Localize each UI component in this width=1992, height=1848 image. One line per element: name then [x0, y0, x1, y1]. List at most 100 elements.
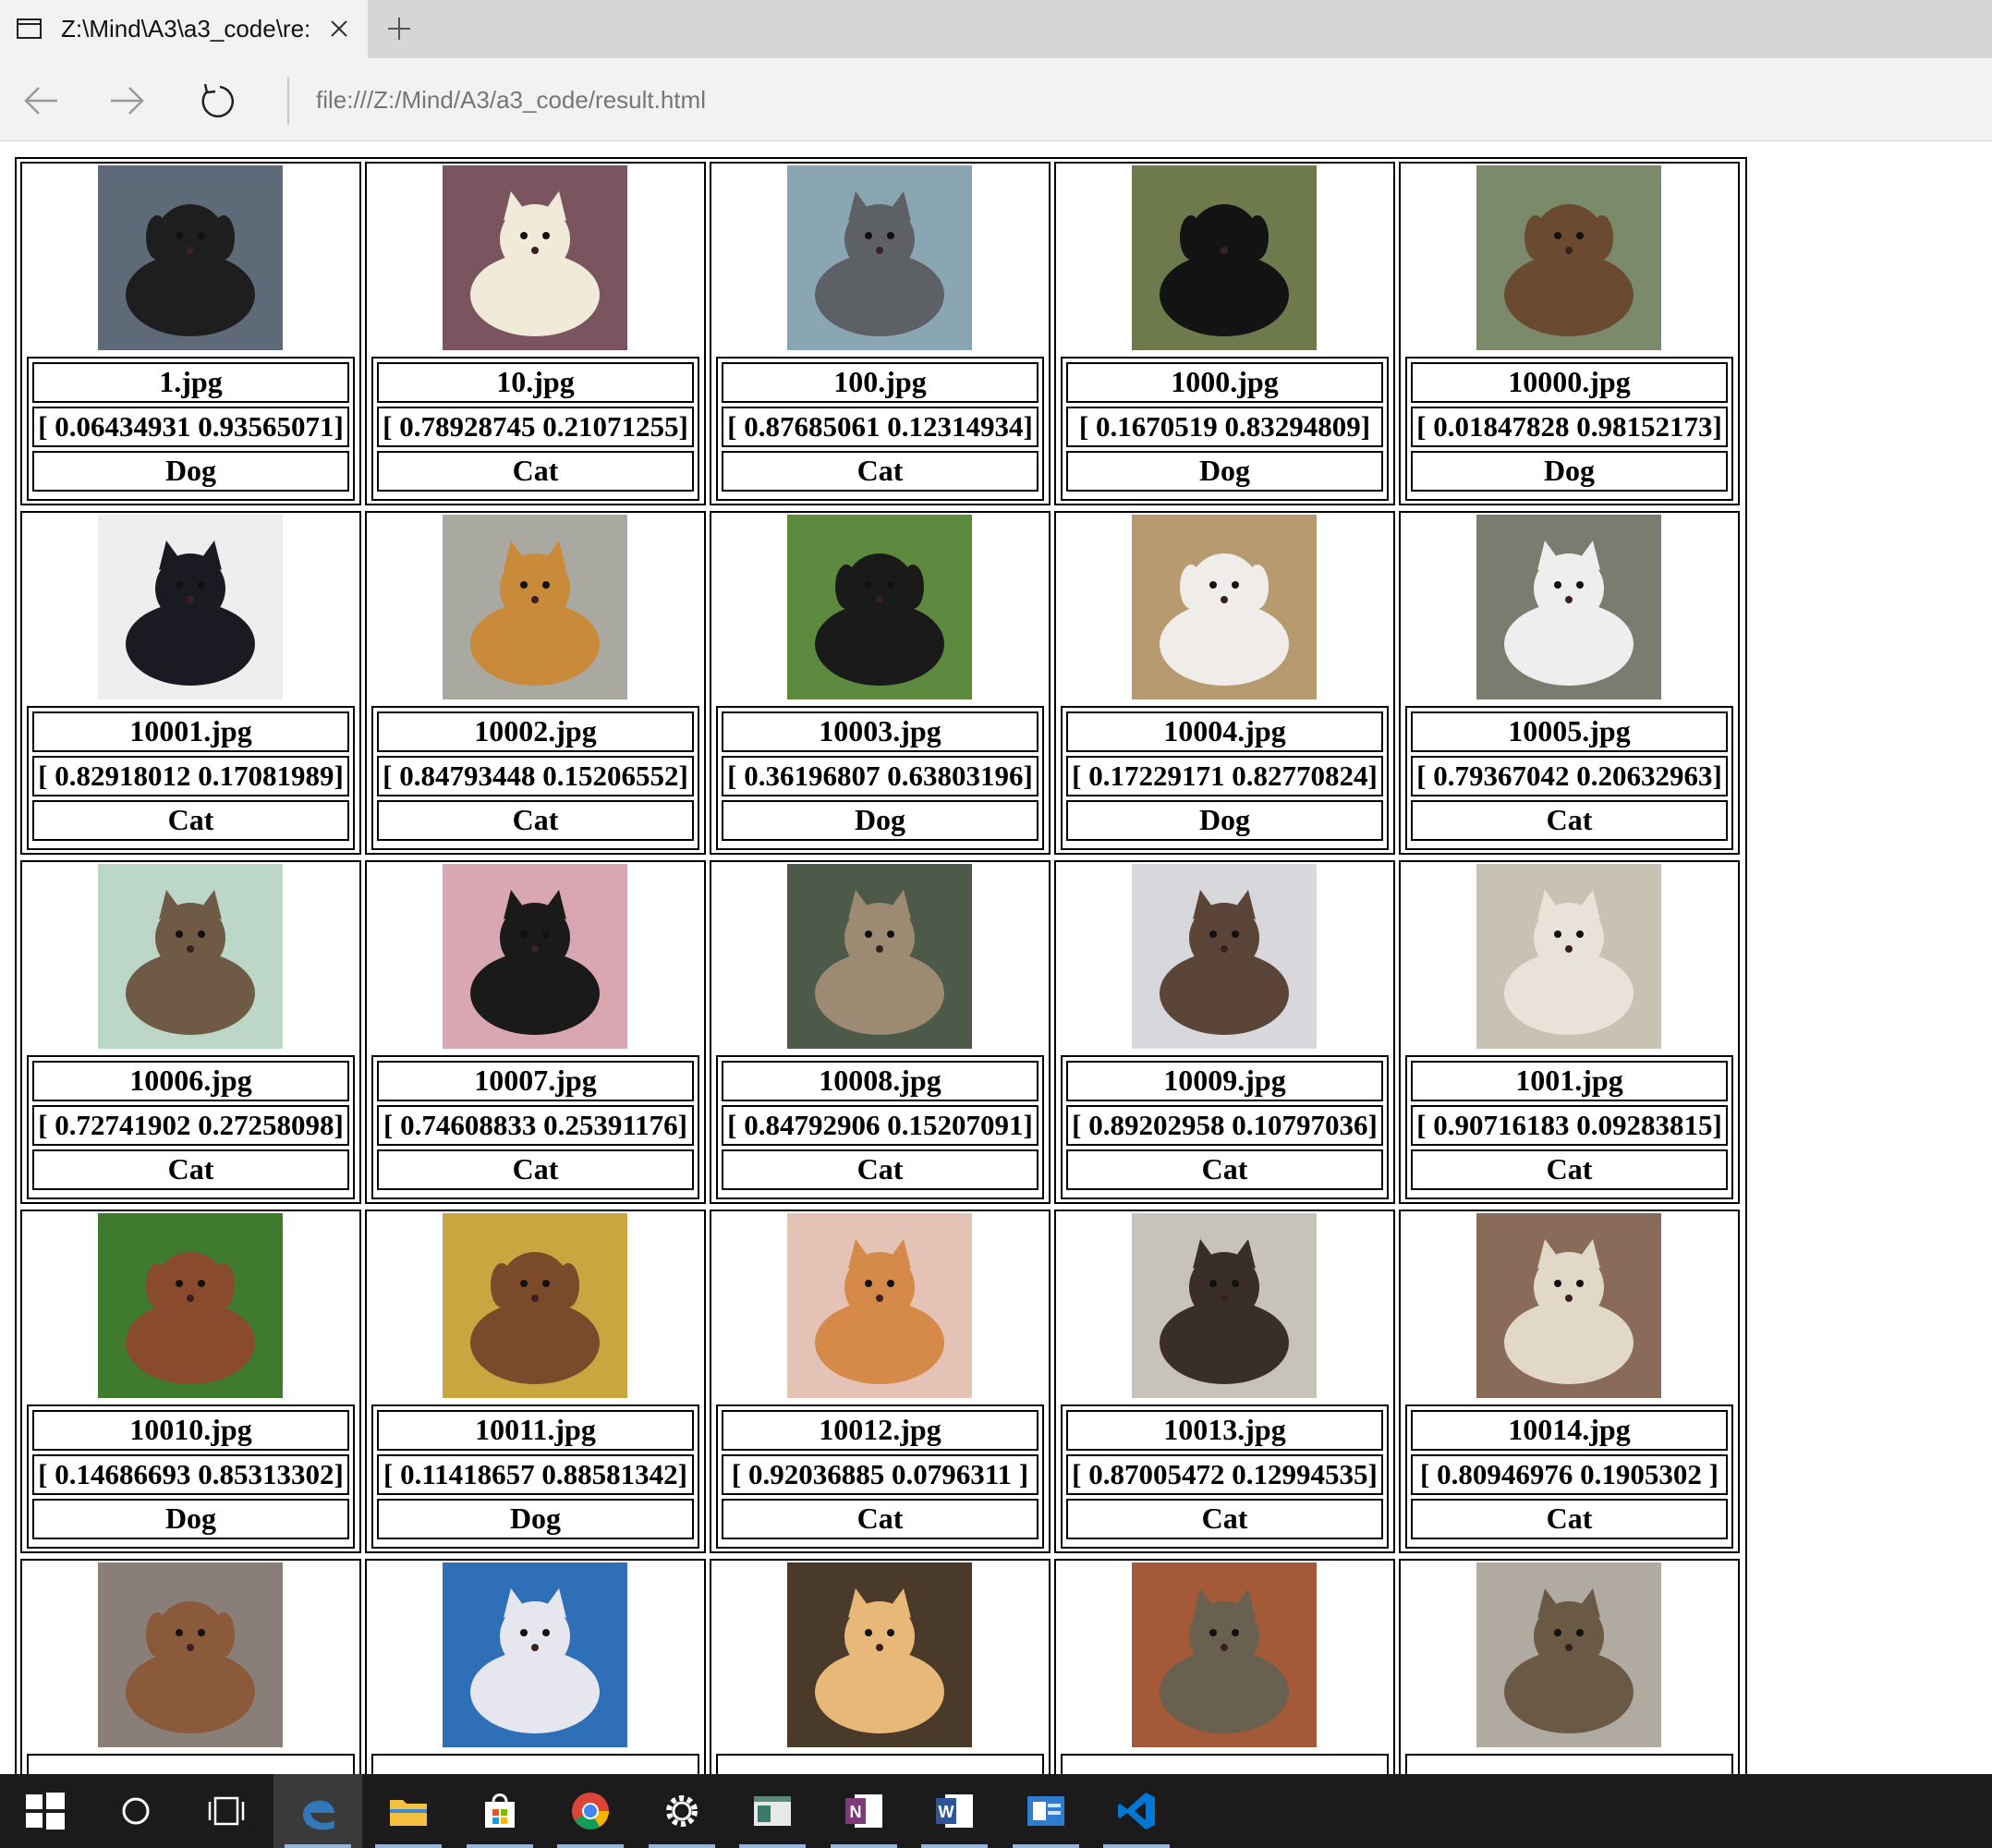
result-cell: 10013.jpg[ 0.87005472 0.12994535] Cat	[1054, 1210, 1395, 1553]
prediction-table: 10011.jpg[ 0.11418657 0.88581342] Dog	[371, 1404, 699, 1549]
prediction-table: 10007.jpg[ 0.74608833 0.25391176] Cat	[371, 1055, 699, 1199]
new-tab-icon[interactable]	[385, 15, 413, 43]
probability-values: [ 0.79367042 0.20632963]	[1411, 756, 1728, 796]
result-cell	[710, 1559, 1051, 1774]
address-bar[interactable]: file:///Z:/Mind/A3/a3_code/result.html	[316, 84, 706, 116]
taskbar-settings-gear-button[interactable]	[638, 1774, 726, 1848]
taskbar-chrome-button[interactable]	[546, 1774, 635, 1848]
probability-values: [ 0.84793448 0.15206552]	[377, 756, 694, 796]
probability-values: [ 0.72741902 0.27258098]	[32, 1105, 349, 1146]
probability-values: [ 0.84792906 0.15207091]	[722, 1105, 1039, 1146]
taskbar-file-explorer-button[interactable]	[364, 1774, 453, 1848]
predicted-class-label: Dog	[722, 800, 1039, 841]
taskbar-task-view-button[interactable]	[182, 1774, 271, 1848]
taskbar-start-button[interactable]	[0, 1774, 89, 1848]
pet-photo	[1132, 864, 1317, 1049]
predicted-class-label: Cat	[32, 800, 349, 841]
result-cell	[365, 1559, 706, 1774]
cortana-search-icon	[122, 1797, 149, 1825]
prediction-table: 10004.jpg[ 0.17229171 0.82770824] Dog	[1061, 706, 1389, 850]
result-cell: 10001.jpg[ 0.82918012 0.17081989] Cat	[20, 511, 361, 855]
probability-values: [ 0.36196807 0.63803196]	[722, 756, 1039, 796]
back-arrow-icon[interactable]	[20, 80, 61, 121]
taskbar-onenote-button[interactable]: N	[820, 1774, 908, 1848]
result-cell: 10011.jpg[ 0.11418657 0.88581342] Dog	[365, 1210, 706, 1553]
filename-label: 10010.jpg	[32, 1410, 349, 1451]
probability-values: [ 0.87685061 0.12314934]	[722, 407, 1039, 447]
pet-photo	[443, 165, 627, 350]
filename-label: 10005.jpg	[1411, 711, 1728, 752]
close-tab-icon[interactable]	[326, 16, 352, 42]
settings-gear-icon	[665, 1795, 698, 1827]
prediction-table: 10012.jpg[ 0.92036885 0.0796311 ] Cat	[716, 1404, 1044, 1549]
taskbar-edge-browser-button[interactable]	[273, 1774, 362, 1848]
predicted-class-label: Dog	[32, 451, 349, 492]
pet-photo	[1132, 1562, 1317, 1747]
pet-photo	[1476, 515, 1661, 699]
pet-photo	[787, 864, 972, 1049]
taskbar-cortana-search-button[interactable]	[91, 1774, 180, 1848]
result-cell	[20, 1559, 361, 1774]
refresh-icon[interactable]	[196, 80, 237, 121]
predicted-class-label: Cat	[722, 451, 1039, 492]
result-cell: 10005.jpg[ 0.79367042 0.20632963] Cat	[1399, 511, 1740, 855]
prediction-table	[1405, 1754, 1733, 1774]
prediction-table: 10008.jpg[ 0.84792906 0.15207091] Cat	[716, 1055, 1044, 1199]
pet-photo	[1132, 1213, 1317, 1398]
filename-label: 1001.jpg	[1411, 1061, 1728, 1101]
start-icon	[26, 1793, 65, 1830]
result-cell: 1.jpg[ 0.06434931 0.93565071] Dog	[20, 162, 361, 505]
probability-values: [ 0.14686693 0.85313302]	[32, 1454, 349, 1495]
results-table: 1.jpg[ 0.06434931 0.93565071] Dog 10.jpg[ …	[15, 157, 1747, 1774]
word-icon: W	[936, 1794, 973, 1828]
edge-browser-icon	[302, 1800, 334, 1830]
probability-values: [ 0.89202958 0.10797036]	[1066, 1105, 1383, 1146]
pet-photo	[443, 515, 627, 699]
page-viewport[interactable]: 1.jpg[ 0.06434931 0.93565071] Dog 10.jpg[ …	[0, 142, 1992, 1774]
task-view-icon	[208, 1796, 245, 1826]
result-cell: 10008.jpg[ 0.84792906 0.15207091] Cat	[710, 860, 1051, 1204]
browser-tab[interactable]: Z:\Mind\A3\a3_code\re:	[0, 0, 368, 58]
filename-label: 10.jpg	[377, 362, 694, 403]
probability-values: [ 0.17229171 0.82770824]	[1066, 756, 1383, 796]
taskbar-word-button[interactable]: W	[910, 1774, 999, 1848]
taskbar-app-window-button[interactable]	[728, 1774, 817, 1848]
predicted-class-label: Dog	[377, 1499, 694, 1539]
running-indicator	[1103, 1844, 1170, 1848]
taskbar-outlook-button[interactable]	[1002, 1774, 1090, 1848]
prediction-table: 10005.jpg[ 0.79367042 0.20632963] Cat	[1405, 706, 1733, 850]
tab-strip: Z:\Mind\A3\a3_code\re:	[0, 0, 1992, 58]
result-cell	[1054, 1559, 1395, 1774]
taskbar-vscode-button[interactable]	[1092, 1774, 1181, 1848]
svg-text:N: N	[849, 1803, 861, 1821]
filename-label: 10000.jpg	[1411, 362, 1728, 403]
result-cell: 10010.jpg[ 0.14686693 0.85313302] Dog	[20, 1210, 361, 1553]
prediction-table: 10.jpg[ 0.78928745 0.21071255] Cat	[371, 357, 699, 501]
result-cell: 10002.jpg[ 0.84793448 0.15206552] Cat	[365, 511, 706, 855]
prediction-table: 10013.jpg[ 0.87005472 0.12994535] Cat	[1061, 1404, 1389, 1549]
predicted-class-label: Cat	[722, 1499, 1039, 1539]
filename-label: 10008.jpg	[722, 1061, 1039, 1101]
pet-photo	[98, 515, 283, 699]
prediction-table: 10003.jpg[ 0.36196807 0.63803196] Dog	[716, 706, 1044, 850]
windows-taskbar: NW	[0, 1774, 1992, 1848]
predicted-class-label: Cat	[377, 800, 694, 841]
prediction-table: 10000.jpg[ 0.01847828 0.98152173] Dog	[1405, 357, 1733, 501]
results-grid: 1.jpg[ 0.06434931 0.93565071] Dog 10.jpg[ …	[17, 159, 1745, 1774]
running-indicator	[375, 1844, 442, 1848]
forward-arrow-icon[interactable]	[107, 80, 148, 121]
prediction-table: 10002.jpg[ 0.84793448 0.15206552] Cat	[371, 706, 699, 850]
result-cell: 100.jpg[ 0.87685061 0.12314934] Cat	[710, 162, 1051, 505]
predicted-class-label: Cat	[377, 1149, 694, 1190]
filename-label: 10004.jpg	[1066, 711, 1383, 752]
taskbar-store-button[interactable]	[455, 1774, 544, 1848]
predicted-class-label: Dog	[1066, 451, 1383, 492]
prediction-table: 10014.jpg[ 0.80946976 0.1905302 ] Cat	[1405, 1404, 1733, 1549]
running-indicator	[830, 1844, 897, 1848]
predicted-class-label: Cat	[722, 1149, 1039, 1190]
prediction-table: 1000.jpg[ 0.1670519 0.83294809] Dog	[1061, 357, 1389, 501]
pet-photo	[443, 1562, 627, 1747]
pet-photo	[98, 165, 283, 350]
filename-label: 1000.jpg	[1066, 362, 1383, 403]
running-indicator	[739, 1844, 806, 1848]
